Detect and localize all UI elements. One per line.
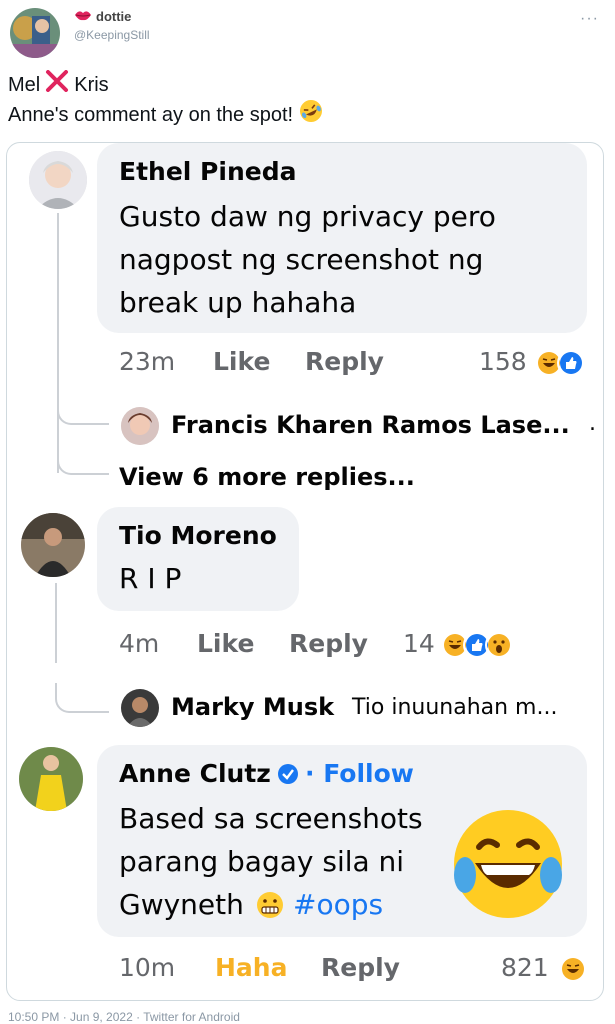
red-x-icon (40, 70, 74, 99)
comment-line: Gusto daw ng privacy pero (119, 200, 496, 233)
comment-time[interactable]: 23m (119, 347, 175, 376)
avatar[interactable] (121, 689, 159, 727)
reaction-count[interactable]: 158 (479, 347, 527, 376)
comment-line: Gwyneth (119, 888, 244, 921)
tweet-author-avatar[interactable] (10, 8, 60, 58)
avatar[interactable] (21, 513, 85, 577)
comment-line: break up hahaha (119, 286, 357, 319)
commenter-name[interactable]: Anne Clutz (119, 759, 271, 788)
reply-preview-text: . (589, 411, 596, 436)
tweet-text-kris: Kris (74, 73, 109, 96)
tweet-text: Mel Kris Anne's comment ay on the spot! (8, 70, 323, 130)
thread-line (55, 583, 57, 663)
tweet-handle[interactable]: @KeepingStill (74, 28, 150, 42)
avatar[interactable] (19, 747, 83, 811)
tweet-text-line2: Anne's comment ay on the spot! (8, 103, 294, 126)
reaction-icons[interactable] (441, 631, 513, 659)
reply-button[interactable]: Reply (321, 953, 400, 982)
thread-line (57, 213, 59, 473)
tweet-text-mel: Mel (8, 73, 41, 96)
thread-connector (55, 683, 109, 713)
tweet-timestamp[interactable]: 10:50 PM · Jun 9, 2022 · Twitter for And… (8, 1010, 240, 1024)
like-icon (557, 349, 585, 377)
thread-connector (57, 443, 109, 475)
commenter-name[interactable]: Ethel Pineda (119, 157, 296, 186)
comment-line: parang bagay sila ni (119, 845, 405, 878)
comment-line: R I P (119, 562, 182, 595)
wow-icon (485, 631, 513, 659)
reaction-count[interactable]: 821 (501, 953, 549, 982)
haha-icon (559, 955, 587, 983)
embedded-screenshot: Ethel Pineda Gusto daw ng privacy pero n… (6, 142, 604, 1001)
reply-author-name[interactable]: Francis Kharen Ramos Lase... (171, 411, 570, 439)
verified-badge-icon (277, 763, 299, 790)
grimace-emoji-icon (255, 890, 285, 925)
reaction-count[interactable]: 14 (403, 629, 435, 658)
view-more-replies[interactable]: View 6 more replies... (119, 463, 415, 491)
reply-button[interactable]: Reply (289, 629, 368, 658)
comment-time[interactable]: 10m (119, 953, 175, 982)
reply-author-name[interactable]: Marky Musk (171, 693, 334, 721)
rolling-laugh-icon (299, 99, 323, 130)
like-button[interactable]: Like (197, 629, 254, 658)
reply-button[interactable]: Reply (305, 347, 384, 376)
like-button[interactable]: Like (213, 347, 270, 376)
reaction-icons[interactable] (559, 955, 587, 983)
comment-line: Based sa screenshots (119, 802, 423, 835)
commenter-name[interactable]: Tio Moreno (119, 521, 277, 550)
comment-line: nagpost ng screenshot ng (119, 243, 484, 276)
crying-laugh-emoji-icon (449, 805, 567, 928)
comment-time[interactable]: 4m (119, 629, 159, 658)
haha-reaction-button[interactable]: Haha (215, 953, 287, 982)
more-options-icon[interactable]: ··· (580, 10, 599, 28)
avatar[interactable] (121, 407, 159, 445)
tweet-display-name[interactable]: dottie (96, 9, 131, 24)
hashtag-link[interactable]: #oops (293, 883, 383, 926)
follow-button[interactable]: · Follow (305, 759, 414, 788)
reaction-icons[interactable] (535, 349, 585, 377)
avatar[interactable] (29, 151, 87, 209)
thread-connector (57, 393, 109, 425)
reply-preview-text: Tio inuunahan m... (352, 695, 558, 720)
lips-icon (74, 9, 92, 24)
tweet-header: dottie @KeepingStill ··· (6, 4, 609, 64)
